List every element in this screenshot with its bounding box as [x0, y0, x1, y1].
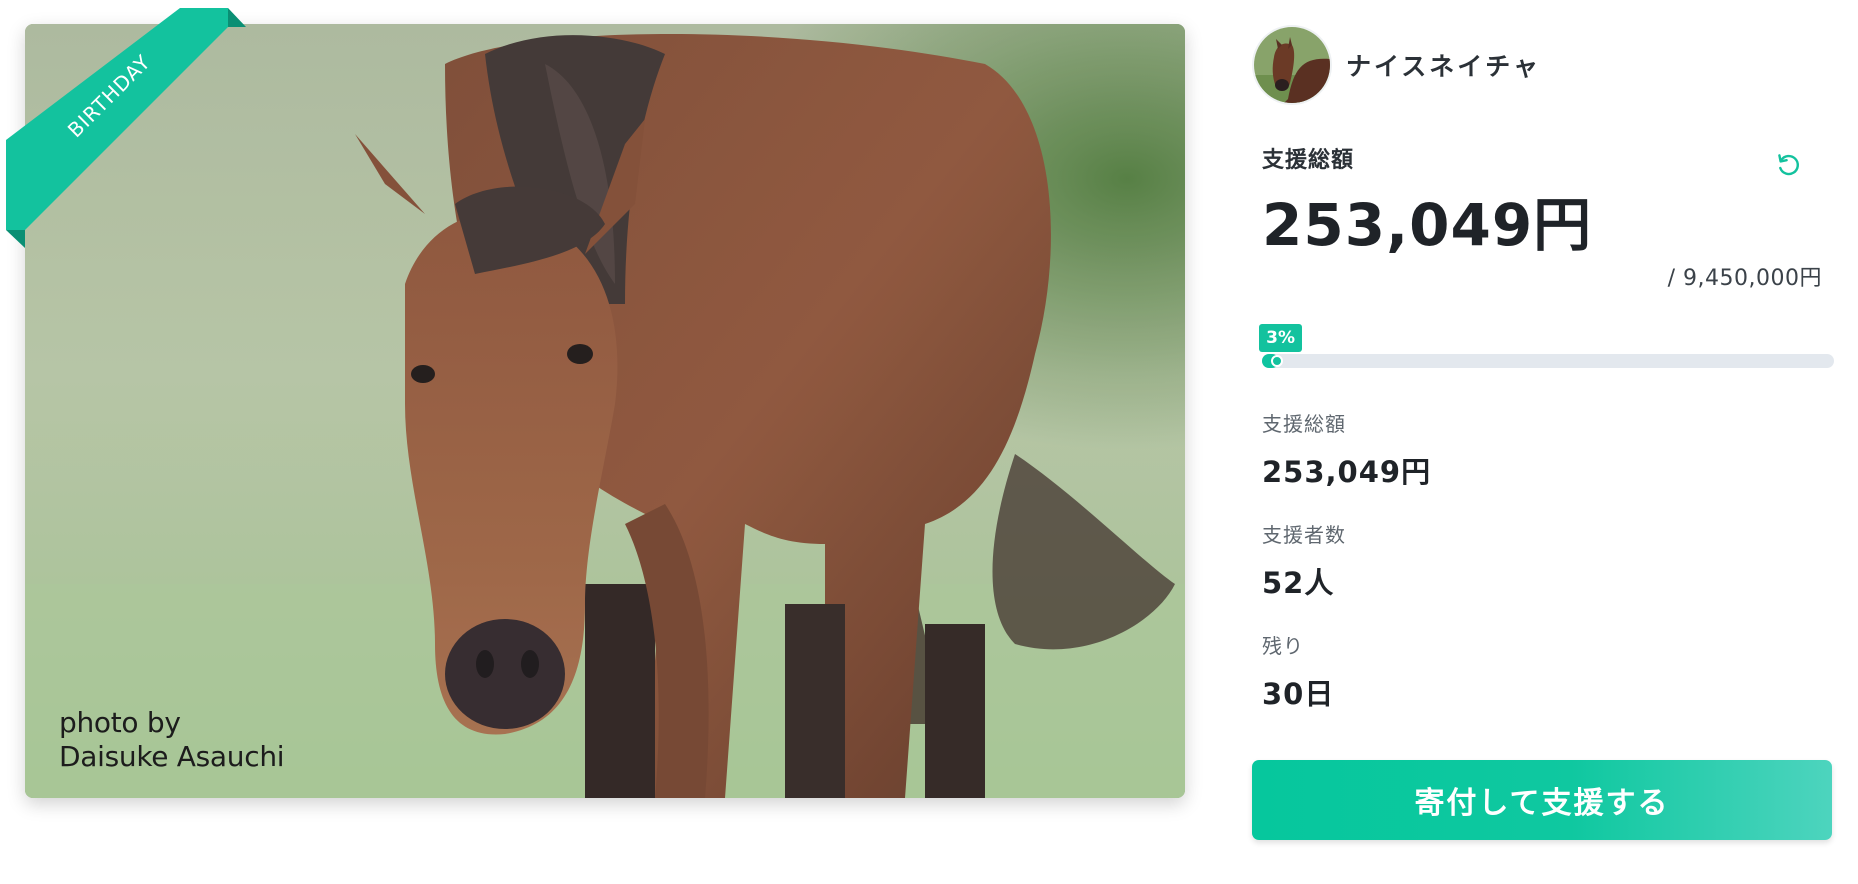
stat-remaining: 残り 30日 [1262, 630, 1334, 713]
goal-amount: / 9,450,000円 [1667, 266, 1822, 291]
total-support-label: 支援総額 [1262, 148, 1355, 173]
stat-remaining-label: 残り [1262, 634, 1304, 658]
progress-percent-badge: 3% [1259, 324, 1303, 352]
stat-total-label: 支援総額 [1262, 412, 1346, 436]
organization-header[interactable]: ナイスネイチャ [1252, 24, 1541, 106]
photo-credit-line2: Daisuke Asauchi [59, 740, 285, 773]
donate-button[interactable]: 寄付して支援する [1252, 760, 1832, 840]
horse-photo [25, 24, 1185, 798]
photo-credit-line1: photo by [59, 706, 181, 739]
stat-total-value: 253,049円 [1262, 455, 1432, 489]
horse-avatar-icon[interactable] [1252, 25, 1332, 105]
photo-credit: photo by Daisuke Asauchi [59, 706, 285, 774]
stat-supporters-value: 52人 [1262, 566, 1335, 600]
stat-supporters-label: 支援者数 [1262, 523, 1346, 547]
stat-total: 支援総額 253,049円 [1262, 408, 1431, 491]
organization-name[interactable]: ナイスネイチャ [1346, 47, 1541, 83]
stat-remaining-value: 30日 [1262, 677, 1335, 711]
total-support-amount: 253,049円 [1262, 191, 1593, 259]
refresh-icon[interactable] [1774, 150, 1804, 180]
progress-marker [1271, 355, 1284, 367]
progress-bar [1262, 354, 1834, 368]
funding-panel: ナイスネイチャ 支援総額 253,049円 / 9,450,000円 3% 支援… [1252, 24, 1834, 844]
hero-image: photo by Daisuke Asauchi [25, 24, 1185, 798]
stat-supporters: 支援者数 52人 [1262, 519, 1346, 602]
